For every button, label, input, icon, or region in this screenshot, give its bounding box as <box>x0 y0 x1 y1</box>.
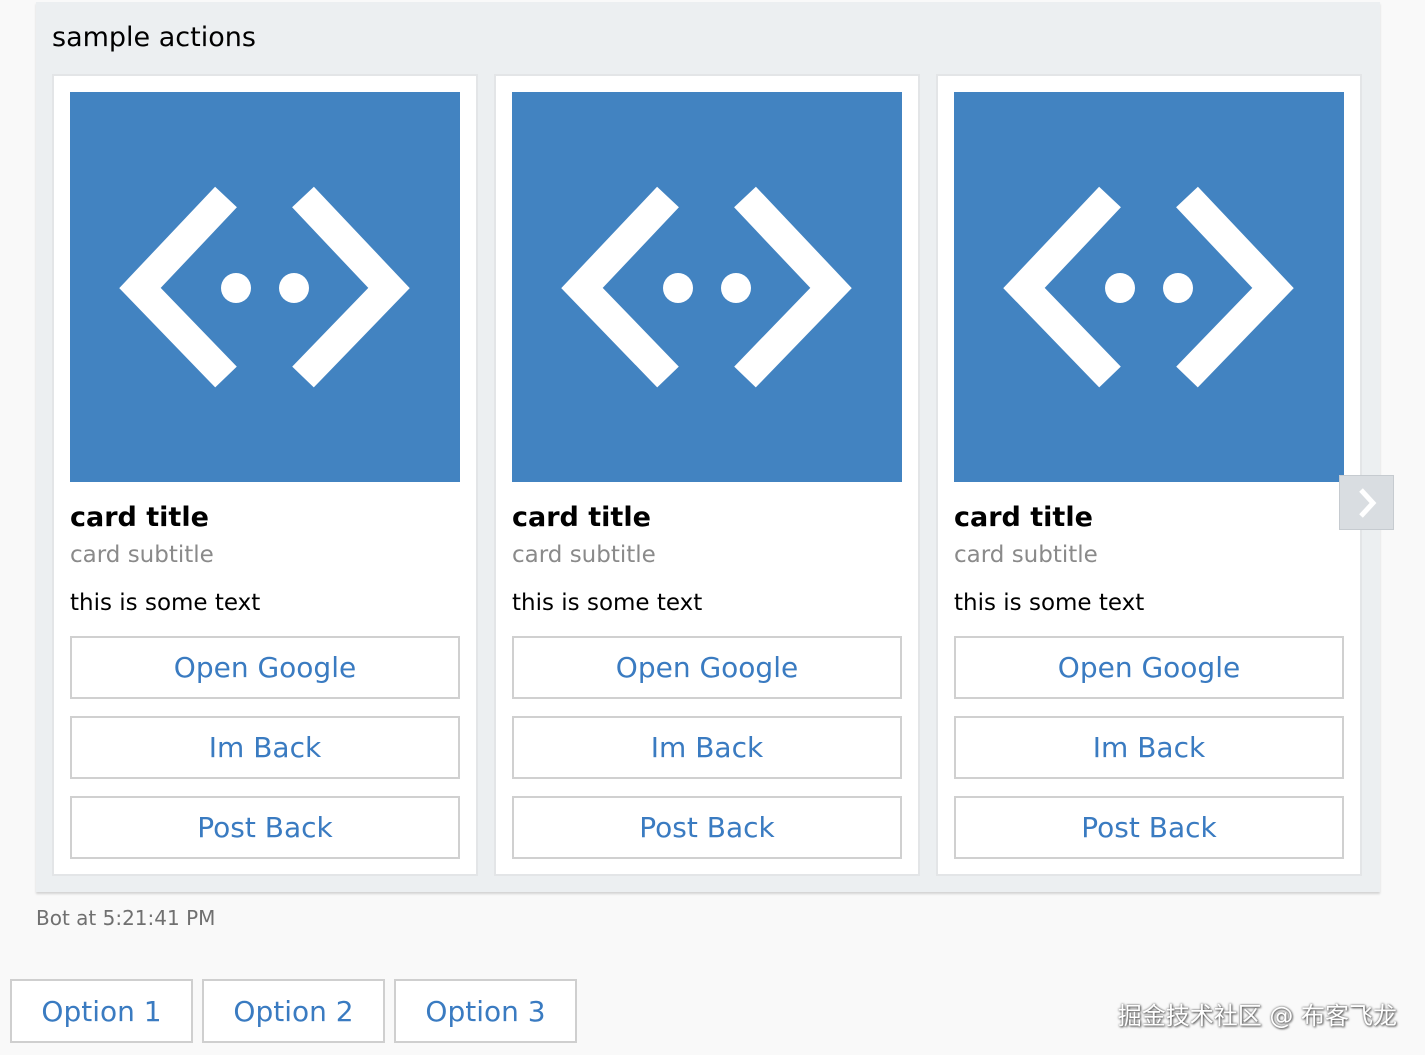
message-text: sample actions <box>52 22 256 53</box>
suggested-action-option-1[interactable]: Option 1 <box>10 979 193 1043</box>
im-back-button[interactable]: Im Back <box>512 716 902 779</box>
card-text: this is some text <box>954 590 1145 616</box>
post-back-button[interactable]: Post Back <box>70 796 460 859</box>
post-back-button[interactable]: Post Back <box>512 796 902 859</box>
hero-card: card title card subtitle this is some te… <box>936 74 1362 876</box>
card-image <box>70 92 460 482</box>
chevron-right-icon <box>1358 487 1376 518</box>
card-title: card title <box>954 502 1093 533</box>
message-timestamp: Bot at 5:21:41 PM <box>36 906 216 930</box>
card-subtitle: card subtitle <box>954 542 1098 568</box>
carousel-next-button[interactable] <box>1339 475 1394 530</box>
hero-card: card title card subtitle this is some te… <box>52 74 478 876</box>
open-google-button[interactable]: Open Google <box>70 636 460 699</box>
post-back-button[interactable]: Post Back <box>954 796 1344 859</box>
hero-card: card title card subtitle this is some te… <box>494 74 920 876</box>
bot-framework-code-icon <box>119 186 410 388</box>
open-google-button[interactable]: Open Google <box>954 636 1344 699</box>
bot-framework-code-icon <box>561 186 852 388</box>
im-back-button[interactable]: Im Back <box>70 716 460 779</box>
card-image <box>512 92 902 482</box>
watermark: 掘金技术社区 @ 布客飞龙 <box>1117 1002 1397 1030</box>
card-subtitle: card subtitle <box>512 542 656 568</box>
suggested-action-option-3[interactable]: Option 3 <box>394 979 577 1043</box>
im-back-button[interactable]: Im Back <box>954 716 1344 779</box>
open-google-button[interactable]: Open Google <box>512 636 902 699</box>
card-subtitle: card subtitle <box>70 542 214 568</box>
message-bubble: sample actions card title card subtitle … <box>36 2 1380 892</box>
bot-framework-code-icon <box>1003 186 1294 388</box>
card-title: card title <box>70 502 209 533</box>
card-title: card title <box>512 502 651 533</box>
card-text: this is some text <box>70 590 261 616</box>
card-image <box>954 92 1344 482</box>
card-text: this is some text <box>512 590 703 616</box>
suggested-action-option-2[interactable]: Option 2 <box>202 979 385 1043</box>
